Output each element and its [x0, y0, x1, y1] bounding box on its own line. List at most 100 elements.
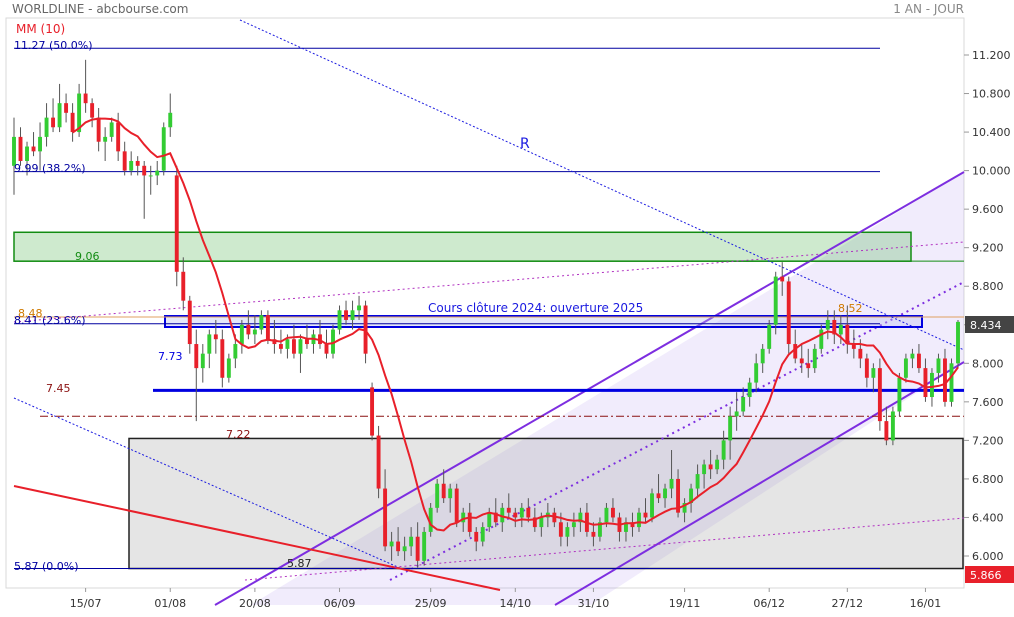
- candle-body-up: [389, 541, 394, 547]
- candle-body-up: [825, 319, 830, 330]
- candle-body-down: [344, 310, 348, 320]
- candle-body-down: [324, 344, 329, 354]
- candle-body-down: [181, 271, 186, 301]
- ma-legend: MM (10): [16, 22, 65, 36]
- candle-body-up: [747, 382, 752, 398]
- candle-body-up: [910, 353, 915, 359]
- candle-body-up: [487, 512, 492, 528]
- candle-body-down: [943, 358, 947, 402]
- candle-body-down: [558, 522, 563, 537]
- candle-body-down: [213, 334, 218, 340]
- candle-body-down: [526, 507, 531, 518]
- candle-body-up: [903, 358, 908, 378]
- candle-body-up: [448, 488, 453, 499]
- candle-body-down: [305, 339, 309, 345]
- r-label: R: [520, 136, 530, 152]
- candle-body-up: [897, 377, 902, 412]
- candle-body-up: [233, 344, 238, 359]
- candle-body-up: [285, 339, 290, 349]
- candle-body-up: [890, 411, 895, 441]
- candle-body-up: [337, 310, 342, 330]
- candle-body-down: [51, 117, 56, 128]
- x-tick-label: 14/10: [499, 597, 531, 610]
- candle-body-up: [604, 507, 609, 523]
- y-tick-label: 9.200: [972, 242, 1004, 255]
- candle-body-down: [786, 281, 791, 345]
- candle-body-up: [38, 136, 42, 152]
- candle-body-down: [174, 175, 179, 272]
- fib-382-label: 9.99 (38.2%): [14, 162, 86, 175]
- candle-body-up: [930, 372, 934, 398]
- low-range-box: [128, 437, 964, 570]
- box-2024-label: Cours clôture 2024: ouverture 2025: [428, 301, 643, 315]
- candle-body-up: [422, 531, 427, 561]
- x-tick-label: 25/09: [415, 597, 447, 610]
- candle-body-down: [246, 324, 251, 335]
- candle-body-down: [806, 363, 811, 369]
- level-587-box-label: 5.87: [287, 557, 312, 570]
- candle-body-up: [155, 170, 160, 176]
- candle-body-down: [142, 165, 147, 176]
- candle-body-down: [396, 541, 401, 552]
- candle-body-down: [643, 512, 648, 518]
- candle-body-down: [474, 531, 479, 542]
- x-tick-label: 01/08: [154, 597, 186, 610]
- candle-body-up: [350, 310, 355, 320]
- candle-body-up: [357, 305, 362, 311]
- candle-body-up: [871, 368, 876, 378]
- candle-body-down: [415, 536, 420, 561]
- candle-body-down: [278, 344, 283, 349]
- candle-body-down: [884, 421, 889, 441]
- candle-body-up: [200, 353, 205, 369]
- candle-body-up: [571, 522, 576, 528]
- candle-body-up: [148, 175, 153, 177]
- fib-236-label: 8.41 (23.6%): [14, 314, 86, 327]
- y-tick-label: 10.000: [972, 165, 1011, 178]
- candle-body-up: [129, 160, 134, 171]
- candle-body-up: [637, 512, 641, 528]
- resistance-zone: [13, 231, 912, 262]
- fib-0-label: 5.87 (0.0%): [14, 560, 79, 573]
- candle-body-up: [767, 324, 772, 349]
- candle-body-down: [187, 300, 192, 345]
- last-price-text: 8.434: [970, 319, 1002, 332]
- candle-body-down: [220, 339, 225, 378]
- candle-body-down: [708, 464, 713, 470]
- support-773-label: 7.73: [158, 350, 183, 363]
- candle-body-up: [435, 483, 440, 508]
- zone-906-label: 9.06: [75, 250, 100, 263]
- y-tick-label: 10.800: [972, 88, 1011, 101]
- x-tick-label: 19/11: [669, 597, 701, 610]
- candle-body-up: [402, 546, 407, 552]
- candle-body-up: [161, 127, 166, 171]
- candle-body-down: [96, 117, 101, 142]
- y-tick-label: 10.400: [972, 126, 1011, 139]
- candle-body-up: [754, 363, 759, 383]
- candle-body-up: [773, 276, 778, 325]
- candle-body-up: [259, 315, 264, 330]
- candle-body-down: [83, 93, 88, 104]
- candle-body-up: [819, 329, 824, 349]
- candle-body-up: [702, 464, 707, 475]
- candle-body-up: [741, 397, 746, 412]
- candle-body-down: [877, 368, 882, 422]
- x-tick-label: 06/12: [753, 597, 785, 610]
- candle-body-up: [239, 324, 244, 345]
- candle-body-down: [467, 512, 472, 532]
- y-tick-label: 11.200: [972, 49, 1011, 62]
- candle-body-down: [610, 507, 615, 518]
- candle-body-up: [252, 329, 257, 335]
- candle-body-up: [103, 136, 108, 142]
- candle-body-up: [539, 517, 544, 528]
- close-2024-box: [164, 315, 923, 328]
- candle-body-down: [916, 353, 921, 369]
- candle-body-up: [728, 416, 733, 441]
- candle-body-down: [116, 122, 121, 152]
- candle-body-down: [370, 387, 375, 436]
- candle-body-down: [376, 435, 381, 489]
- candle-body-down: [656, 493, 661, 499]
- candle-body-down: [122, 151, 127, 171]
- candle-body-up: [669, 478, 674, 489]
- candle-body-up: [695, 474, 700, 489]
- candle-body-up: [715, 459, 720, 470]
